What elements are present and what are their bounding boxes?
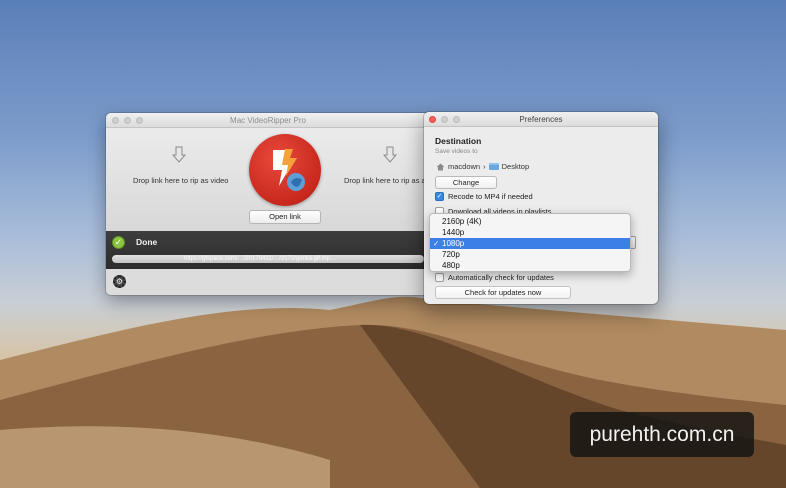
down-arrow-icon bbox=[383, 146, 397, 163]
open-link-button[interactable]: Open link bbox=[249, 210, 321, 224]
quality-dropdown-menu: 2160p (4K) 1440p ✓ 1080p 720p 480p bbox=[429, 213, 631, 272]
quality-option-720p[interactable]: 720p bbox=[430, 249, 630, 260]
close-button[interactable] bbox=[112, 117, 119, 124]
drop-audio-label: Drop link here to rip as a bbox=[344, 176, 426, 185]
progress-url: https://gfspace.com/…/20170411/…/2172/go… bbox=[184, 256, 336, 262]
progress-bar: https://gfspace.com/…/20170411/…/2172/go… bbox=[112, 255, 424, 263]
prefs-titlebar[interactable]: Preferences bbox=[424, 112, 658, 127]
checkmark-icon: ✓ bbox=[433, 239, 440, 248]
minimize-button[interactable] bbox=[124, 117, 131, 124]
watermark-badge: purehth.com.cn bbox=[570, 412, 754, 457]
window-controls bbox=[429, 116, 460, 123]
path-separator: › bbox=[483, 162, 486, 171]
main-window-title: Mac VideoRipper Pro bbox=[230, 116, 306, 125]
recode-label: Recode to MP4 if needed bbox=[448, 192, 533, 201]
app-logo bbox=[249, 134, 321, 206]
folder-icon bbox=[488, 163, 499, 170]
home-icon bbox=[436, 163, 445, 170]
minimize-button[interactable] bbox=[441, 116, 448, 123]
window-controls bbox=[112, 117, 143, 124]
lightning-bolt-icon bbox=[273, 149, 305, 191]
drop-area[interactable]: Drop link here to rip as video Open link… bbox=[106, 128, 430, 231]
status-label: Done bbox=[136, 237, 158, 247]
auto-update-option[interactable]: Automatically check for updates bbox=[435, 273, 554, 282]
path-folder: Desktop bbox=[501, 162, 530, 171]
zoom-button[interactable] bbox=[136, 117, 143, 124]
bottom-toolbar: ⚙ bbox=[106, 269, 430, 295]
recode-checkbox[interactable]: ✓ bbox=[435, 192, 444, 201]
auto-update-checkbox[interactable] bbox=[435, 273, 444, 282]
zoom-button[interactable] bbox=[453, 116, 460, 123]
gear-icon[interactable]: ⚙ bbox=[113, 275, 126, 288]
main-titlebar[interactable]: Mac VideoRipper Pro bbox=[106, 113, 430, 128]
download-status: ✓ Done https://gfspace.com/…/20170411/…/… bbox=[106, 231, 430, 269]
change-button[interactable]: Change bbox=[435, 176, 497, 189]
checkmark-icon: ✓ bbox=[112, 236, 125, 249]
prefs-window-title: Preferences bbox=[519, 115, 563, 124]
quality-option-2160p[interactable]: 2160p (4K) bbox=[430, 216, 630, 227]
destination-subtitle: Save videos to bbox=[435, 148, 478, 155]
down-arrow-icon bbox=[172, 146, 186, 163]
destination-heading: Destination bbox=[435, 136, 482, 146]
recode-option[interactable]: ✓ Recode to MP4 if needed bbox=[435, 192, 533, 201]
drop-video-label: Drop link here to rip as video bbox=[133, 176, 229, 185]
quality-option-480p[interactable]: 480p bbox=[430, 260, 630, 271]
main-window: Mac VideoRipper Pro Drop link here to ri… bbox=[106, 113, 430, 295]
path-control[interactable]: macdown › Desktop bbox=[436, 162, 529, 171]
close-button[interactable] bbox=[429, 116, 436, 123]
path-home: macdown bbox=[448, 162, 481, 171]
quality-option-1440p[interactable]: 1440p bbox=[430, 227, 630, 238]
auto-update-label: Automatically check for updates bbox=[448, 273, 554, 282]
check-updates-button[interactable]: Check for updates now bbox=[435, 286, 571, 299]
quality-option-1080p[interactable]: ✓ 1080p bbox=[430, 238, 630, 249]
preferences-window: Preferences Destination Save videos to m… bbox=[424, 112, 658, 304]
